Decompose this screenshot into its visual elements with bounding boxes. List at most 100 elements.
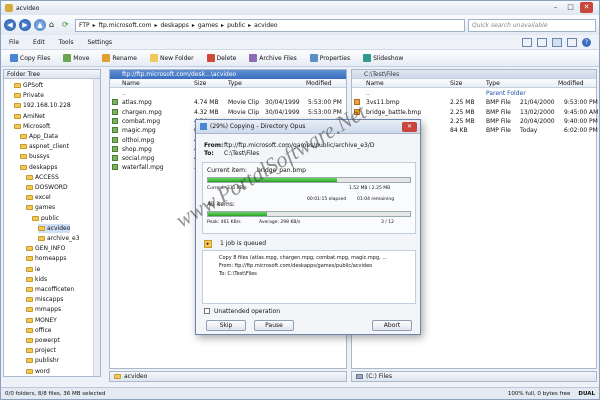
tree-item[interactable]: GEN_INFO <box>26 244 65 253</box>
tree-item[interactable]: games <box>26 203 55 212</box>
tree-item[interactable]: archive_e3 <box>38 234 80 243</box>
view-icon[interactable] <box>537 37 547 47</box>
grid-icon[interactable] <box>567 37 577 47</box>
tree-item[interactable]: 192.168.10.228 <box>14 101 71 110</box>
tree-item[interactable]: deskapps <box>20 163 57 172</box>
slideshow-icon <box>363 54 372 62</box>
right-pane-path[interactable]: C:\Test\Files <box>352 70 596 79</box>
column-name[interactable]: Name <box>122 80 140 87</box>
tree-item-label: Microsoft <box>23 122 51 130</box>
tree-item[interactable]: App_Data <box>20 132 58 141</box>
column-modified[interactable]: Modified <box>306 80 332 87</box>
tree-item[interactable]: homeapps <box>26 254 66 263</box>
queue-expand-icon[interactable]: ▸ <box>204 240 212 248</box>
left-pane-tab[interactable]: acvideo <box>124 373 147 380</box>
queue-line: To: C:\Test\Files <box>219 271 257 277</box>
cell-size: 2.25 MB <box>450 117 475 125</box>
column-modified[interactable]: Modified <box>558 80 584 87</box>
cell-type: Parent Folder <box>486 90 526 97</box>
file-row[interactable]: .. Parent Folder <box>352 89 596 98</box>
tree-item[interactable]: ie <box>26 265 40 274</box>
tree-item[interactable]: word <box>26 367 50 376</box>
address-segment[interactable]: deskapps <box>160 22 188 29</box>
tree-item[interactable]: kids <box>26 275 47 284</box>
refresh-icon[interactable]: ⟳ <box>62 20 72 30</box>
archive-files-button[interactable]: Archive Files <box>244 52 302 65</box>
queue-list[interactable]: Copy 8 files (atlas.mpg, chargen.mpg, co… <box>202 250 416 304</box>
tree-item[interactable]: DOSWORD <box>26 183 68 192</box>
dialog-close-icon[interactable]: ✕ <box>402 122 417 132</box>
tree-item-label: bussys <box>29 153 50 161</box>
file-row[interactable]: atlas.mpg 4.74 MB Movie Clip 30/04/1999 5:53… <box>110 98 346 107</box>
tree-item[interactable]: office <box>26 326 51 335</box>
menu-tools[interactable]: Tools <box>59 39 74 46</box>
menu-settings[interactable]: Settings <box>87 39 112 46</box>
tree-item[interactable]: GPSoft <box>14 81 43 90</box>
tree-item[interactable]: macofficeten <box>26 285 74 294</box>
menu-edit[interactable]: Edit <box>33 39 45 46</box>
tree-scrollbar[interactable] <box>93 79 100 376</box>
up-button[interactable]: ▲ <box>34 19 46 31</box>
search-input[interactable]: Quick search unavailable <box>468 18 596 32</box>
layout-icon[interactable] <box>522 37 532 47</box>
file-row[interactable]: bridge_battle.bmp 2.25 MB BMP File 13/02/20… <box>352 108 598 117</box>
left-pane-path[interactable]: ftp://ftp.microsoft.com/desk...\acvideo <box>110 70 346 79</box>
unattended-checkbox[interactable] <box>204 308 210 314</box>
menu-file[interactable]: File <box>9 39 19 46</box>
tree-item[interactable]: Private <box>14 91 44 100</box>
delete-icon <box>206 54 215 62</box>
tree-item[interactable]: MONEY <box>26 316 57 325</box>
abort-button[interactable]: Abort <box>372 320 412 331</box>
right-pane-tab[interactable]: (C:) Files <box>366 373 392 380</box>
help-icon[interactable]: ? <box>582 37 591 47</box>
address-segment[interactable]: ftp.microsoft.com <box>99 22 152 29</box>
rename-button[interactable]: Rename <box>97 52 142 65</box>
back-button[interactable]: ◀ <box>4 19 16 31</box>
folder-tree[interactable]: Folder Tree GPSoft Private 192.168.10.228 A… <box>3 69 101 377</box>
folder-icon <box>26 185 33 190</box>
slideshow-button[interactable]: Slideshow <box>358 52 408 65</box>
tree-item[interactable]: public <box>32 214 59 223</box>
copy-files-button[interactable]: Copy Files <box>5 52 55 65</box>
home-icon[interactable]: ⌂ <box>49 20 59 30</box>
column-size[interactable]: Size <box>450 80 462 87</box>
skip-button[interactable]: Skip <box>206 320 246 331</box>
file-row[interactable]: 3vs11.bmp 2.25 MB BMP File 21/04/2000 9:53:0… <box>352 98 598 107</box>
tree-item[interactable]: AmiNet <box>14 112 45 121</box>
pause-button[interactable]: Pause <box>254 320 294 331</box>
tree-item[interactable]: ACCESS <box>26 173 59 182</box>
cell-name: combat.mpg <box>122 117 161 125</box>
tree-item[interactable]: excel <box>26 193 51 202</box>
tree-item[interactable]: powerpt <box>26 336 60 345</box>
column-type[interactable]: Type <box>228 80 242 87</box>
file-row[interactable]: chargen.mpg 4.32 MB Movie Clip 30/04/1999 5:… <box>110 108 346 117</box>
column-name[interactable]: Name <box>366 80 384 87</box>
tree-item-label: ACCESS <box>35 173 59 181</box>
address-segment[interactable]: public <box>227 22 245 29</box>
tree-item[interactable]: publishr <box>26 356 59 365</box>
minimize-icon[interactable]: – <box>549 2 562 13</box>
column-size[interactable]: Size <box>194 80 206 87</box>
address-segment[interactable]: games <box>198 22 218 29</box>
dual-pane-icon[interactable] <box>552 37 562 47</box>
delete-button[interactable]: Delete <box>202 52 242 65</box>
tree-item[interactable]: aspnet_client <box>20 142 69 151</box>
properties-button[interactable]: Properties <box>305 52 355 65</box>
close-icon[interactable]: ✕ <box>580 2 593 13</box>
file-row[interactable]: .. <box>110 89 346 98</box>
address-bar[interactable]: FTP ▸ ftp.microsoft.com ▸ deskapps ▸ games ▸… <box>75 18 465 32</box>
tree-item[interactable]: miscapps <box>26 295 63 304</box>
queue-label: 1 job is queued <box>220 240 267 247</box>
forward-button[interactable]: ▶ <box>19 19 31 31</box>
tree-item[interactable]: mmapps <box>26 305 61 314</box>
maximize-icon[interactable]: □ <box>564 2 577 13</box>
column-type[interactable]: Type <box>486 80 500 87</box>
new-folder-button[interactable]: New Folder <box>145 52 199 65</box>
address-segment[interactable]: acvideo <box>254 22 277 29</box>
move-button[interactable]: Move <box>58 52 94 65</box>
tree-item[interactable]: acvideo <box>38 223 71 233</box>
tree-item[interactable]: bussys <box>20 152 50 161</box>
address-segment[interactable]: FTP <box>79 22 90 29</box>
tree-item[interactable]: project <box>26 346 56 355</box>
tree-item[interactable]: Microsoft <box>14 122 50 131</box>
